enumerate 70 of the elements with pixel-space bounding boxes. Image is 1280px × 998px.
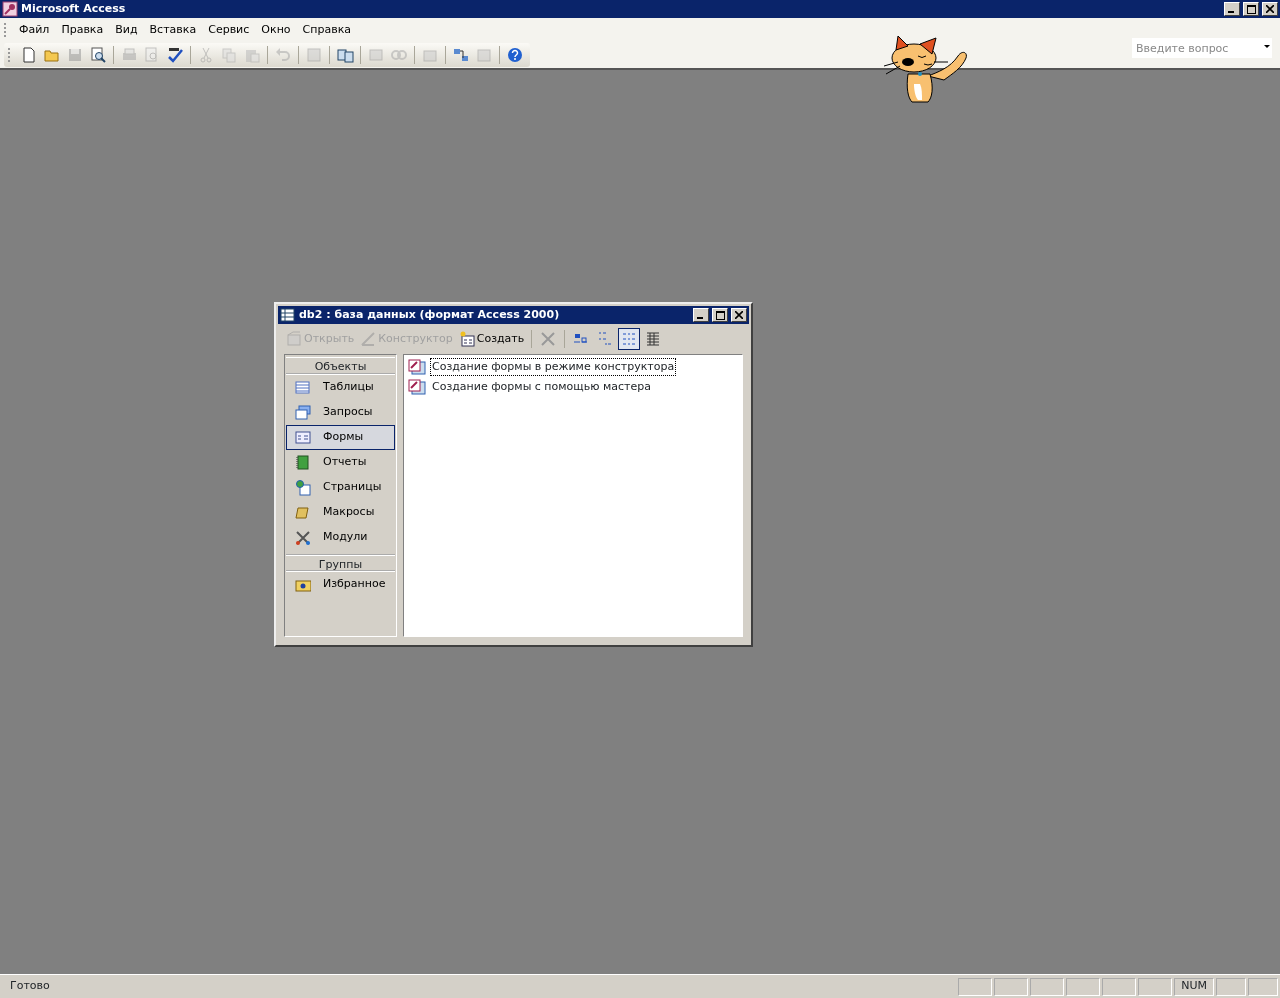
report-book-icon (295, 454, 311, 471)
form-wizard-icon (408, 379, 426, 395)
copy-icon (220, 46, 238, 64)
toolbar-button[interactable]: Создать (456, 329, 527, 349)
scissors-icon (197, 46, 215, 64)
toolbar-grip (4, 23, 7, 37)
help-question-field[interactable]: Введите вопрос (1132, 38, 1272, 58)
list-item[interactable]: Создание формы в режиме конструктора (430, 357, 677, 377)
section-header: Группы (286, 554, 395, 572)
database-icon (280, 307, 296, 323)
relationships-icon (452, 46, 470, 64)
sidebar-item[interactable]: Макросы (286, 500, 395, 525)
status-panel (1066, 977, 1101, 996)
help-icon (506, 46, 524, 64)
num-lock-indicator: NUM (1174, 977, 1214, 996)
maximize-button[interactable] (1243, 2, 1259, 16)
new-form-icon (458, 331, 475, 347)
window-title: Microsoft Access (21, 0, 127, 17)
status-panel (1138, 977, 1173, 996)
close-button[interactable] (1262, 2, 1278, 16)
menu-item[interactable]: Файл (13, 19, 56, 41)
menu-item[interactable]: Вид (109, 19, 144, 41)
magnifier-icon (89, 46, 107, 64)
close-icon (735, 311, 743, 319)
menu-item[interactable]: Сервис (202, 19, 256, 41)
menu-item[interactable]: Вставка (143, 19, 203, 41)
status-panel (958, 977, 993, 996)
stacked-tables-icon (295, 404, 311, 421)
menu-item[interactable]: Справка (296, 19, 358, 41)
status-panel (1030, 977, 1065, 996)
status-panel (994, 977, 1029, 996)
status-panel (1248, 977, 1278, 996)
status-panel (1102, 977, 1137, 996)
list-item[interactable]: Создание формы с помощью мастера (430, 377, 653, 397)
sidebar-item[interactable]: Модули (286, 525, 395, 550)
menu-item[interactable]: Правка (55, 19, 110, 41)
maximize-icon (1246, 4, 1256, 14)
minimize-button[interactable] (693, 308, 709, 322)
section-header: Объекты (286, 357, 395, 375)
open-form-icon (286, 331, 302, 347)
app-key-icon (2, 1, 18, 17)
tools-icon (295, 529, 311, 546)
form-wizard-icon (408, 359, 426, 375)
maximize-icon (715, 310, 725, 320)
database-window-title: db2 : база данных (формат Access 2000) (299, 306, 561, 323)
scroll-icon (295, 504, 311, 521)
form-icon (295, 429, 311, 446)
view-button[interactable] (618, 328, 641, 350)
status-panel (1216, 977, 1246, 996)
dropdown-arrow-icon[interactable] (1264, 45, 1270, 48)
close-icon (1266, 5, 1274, 13)
page-icon (20, 46, 38, 64)
status-text: Готово (9, 978, 51, 995)
undo-arrow-icon (274, 46, 292, 64)
maximize-button[interactable] (712, 308, 728, 322)
sidebar-item[interactable]: Отчеты (286, 450, 395, 475)
sidebar-item[interactable]: Избранное (286, 572, 395, 597)
toolbar-grip (8, 48, 11, 62)
table-icon (295, 379, 311, 396)
spelling-check-icon (166, 46, 184, 64)
close-button[interactable] (731, 308, 747, 322)
sidebar-item[interactable]: Формы (286, 425, 395, 450)
sidebar-item[interactable]: Запросы (286, 400, 395, 425)
close-icon (541, 332, 556, 346)
sidebar-item[interactable]: Таблицы (286, 375, 395, 400)
ruler-pencil-icon (360, 331, 377, 347)
sidebar-item[interactable]: Страницы (286, 475, 395, 500)
menu-item[interactable]: Окно (255, 19, 297, 41)
minimize-button[interactable] (1224, 2, 1240, 16)
globe-page-icon (295, 479, 311, 496)
